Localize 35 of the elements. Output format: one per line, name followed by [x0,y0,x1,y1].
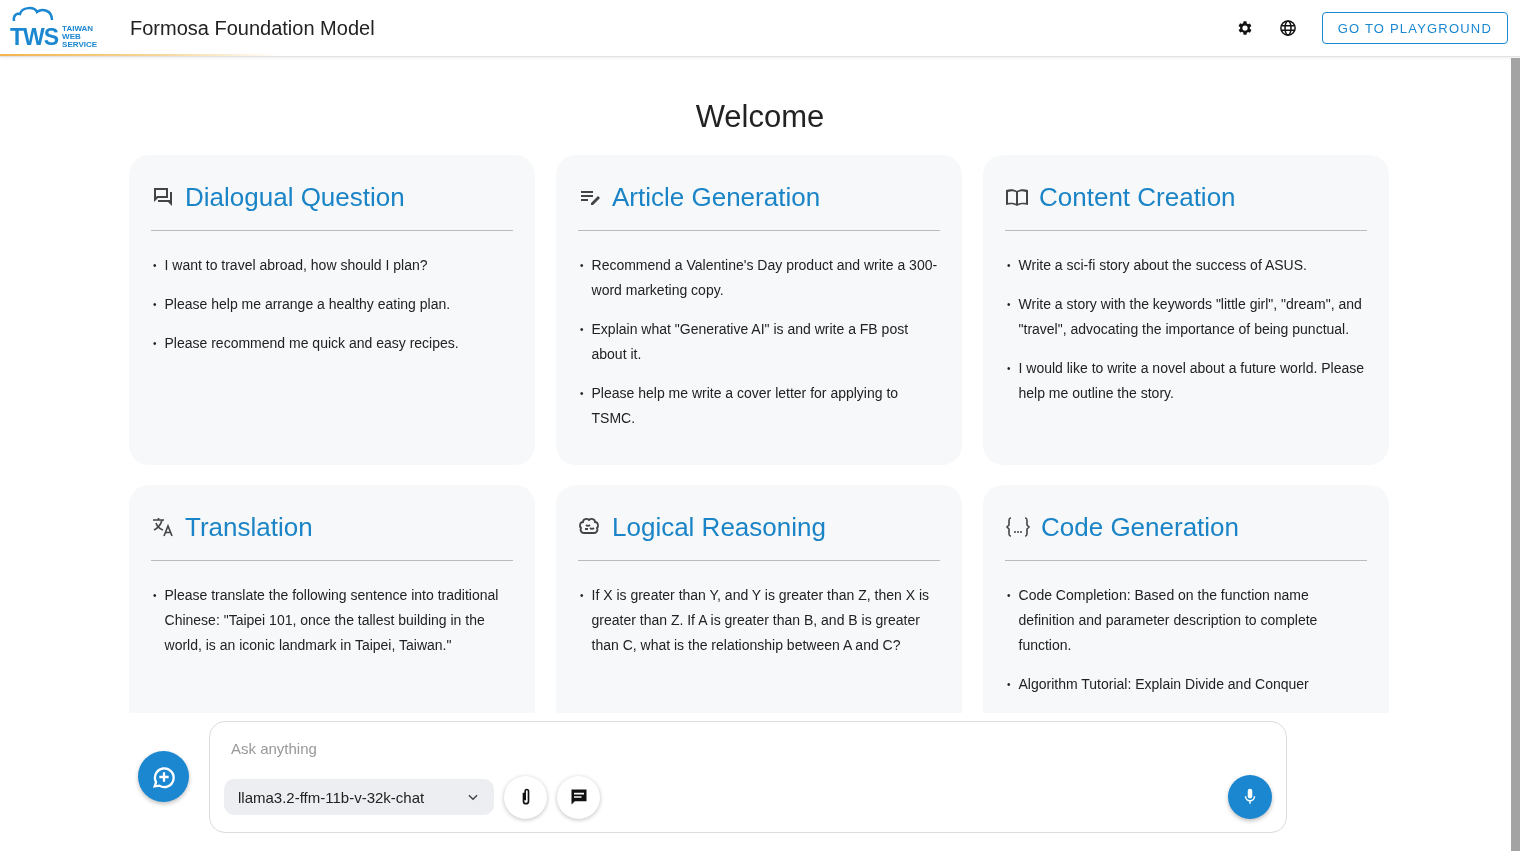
chat-input-panel[interactable]: Ask anything llama3.2-ffm-11b-v-32k-chat [209,721,1287,833]
app-title: Formosa Foundation Model [130,16,375,40]
card-title: Logical Reasoning [612,511,826,543]
logo-text: TWS [10,24,59,50]
prompt-suggestion[interactable]: • Recommend a Valentine's Day product and write a 300-word marketing copy. [580,253,940,303]
attach-button[interactable] [504,775,547,819]
prompt-suggestion[interactable]: • Algorithm Tutorial: Explain Divide and Conquer [1007,672,1367,697]
microphone-button[interactable] [1228,775,1272,819]
prompt-suggestion[interactable]: • Please help me write a cover letter for applying to TSMC. [580,381,940,431]
prompt-suggestion[interactable]: • Write a sci-fi story about the success of ASUS. [1007,253,1367,278]
prompt-suggestion[interactable]: • Please translate the following sentence into traditional Chinese: "Taipei 101, once the tallest building in the world, is an iconic landmark in Taipei, Taiwan." [153,583,513,658]
card-title: Article Generation [612,181,821,213]
prompt-suggestion[interactable]: • I would like to write a novel about a future world. Please help me outline the story. [1007,356,1367,406]
prompt-suggestion[interactable]: • I want to travel abroad, how should I plan? [153,253,513,278]
scrollbar[interactable] [1511,58,1520,851]
prompt-suggestion[interactable]: • Write a story with the keywords "little girl", "dream", and "travel", advocating the importance of being punctual. [1007,292,1367,342]
code-braces-icon [1005,515,1031,539]
model-select[interactable]: llama3.2-ffm-11b-v-32k-chat [224,779,494,815]
card-title: Dialogual Question [185,181,405,213]
prompt-button[interactable] [557,775,600,819]
card-title: Translation [185,511,313,543]
card-title: Content Creation [1039,181,1236,213]
go-to-playground-button[interactable]: GO TO PLAYGROUND [1321,12,1508,44]
card-title: Code Generation [1041,511,1240,543]
globe-icon[interactable] [1278,19,1297,37]
prompt-suggestion[interactable]: • Explain what "Generative AI" is and write a FB post about it. [580,317,940,367]
prompt-suggestion[interactable]: • If X is greater than Y, and Y is greater than Z, then X is greater than Z. If A is greater than B, and B is greater than C, what is the relationship between A and C? [580,583,940,658]
prompt-suggestion[interactable]: • Code Completion: Based on the function name definition and parameter description to complete function. [1007,583,1367,658]
translate-icon [151,515,175,539]
prompt-suggestion[interactable]: • Please help me arrange a healthy eating plan. [153,292,513,317]
prompt-suggestion[interactable]: • Please recommend me quick and easy recipes. [153,331,513,356]
new-chat-button[interactable] [138,751,189,802]
logo-subtext: TAIWAN WEB SERVICE [62,25,98,49]
message-lines-icon [568,787,589,807]
welcome-heading: Welcome [695,99,825,135]
